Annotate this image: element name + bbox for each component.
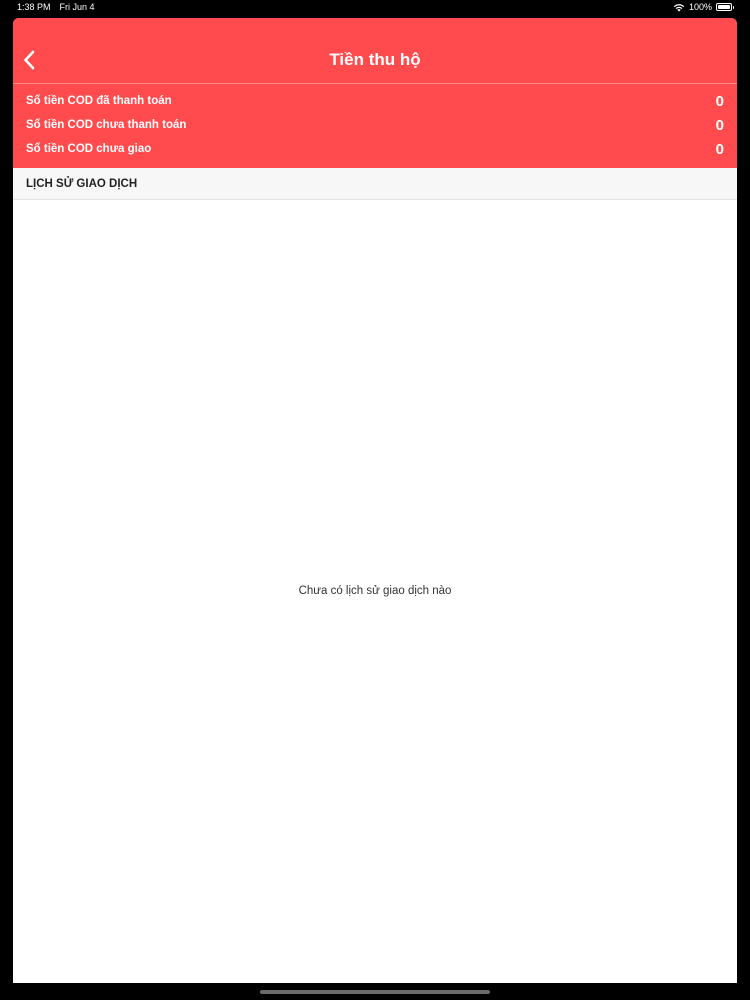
history-section-header: LỊCH SỬ GIAO DỊCH <box>13 168 737 200</box>
status-right: 100% <box>673 2 734 12</box>
empty-history-message: Chưa có lịch sử giao dịch nào <box>298 585 452 597</box>
home-indicator[interactable] <box>260 990 490 994</box>
summary-value: 0 <box>715 140 724 158</box>
cod-summary: Số tiền COD đã thanh toán 0 Số tiền COD … <box>13 84 737 168</box>
summary-label: Số tiền COD chưa thanh toán <box>26 119 187 131</box>
summary-value: 0 <box>715 116 724 134</box>
battery-fill <box>718 5 730 9</box>
battery-percent: 100% <box>688 2 712 12</box>
battery-icon <box>716 3 734 11</box>
summary-label: Số tiền COD chưa giao <box>26 143 152 155</box>
summary-label: Số tiền COD đã thanh toán <box>26 95 172 107</box>
status-left: 1:38 PM Fri Jun 4 <box>17 2 95 12</box>
status-bar: 1:38 PM Fri Jun 4 100% <box>0 0 750 16</box>
summary-row-unpaid: Số tiền COD chưa thanh toán 0 <box>26 115 724 135</box>
wifi-icon <box>673 3 685 12</box>
status-time: 1:38 PM <box>17 2 51 12</box>
summary-row-paid: Số tiền COD đã thanh toán 0 <box>26 91 724 111</box>
nav-bar: Tiền thu hộ <box>13 18 737 84</box>
status-date: Fri Jun 4 <box>59 2 95 12</box>
history-section-title: LỊCH SỬ GIAO DỊCH <box>26 178 138 190</box>
summary-value: 0 <box>715 92 724 110</box>
app-window: Tiền thu hộ Số tiền COD đã thanh toán 0 … <box>13 18 737 983</box>
page-title: Tiền thu hộ <box>329 50 421 69</box>
summary-row-undelivered: Số tiền COD chưa giao 0 <box>26 139 724 159</box>
